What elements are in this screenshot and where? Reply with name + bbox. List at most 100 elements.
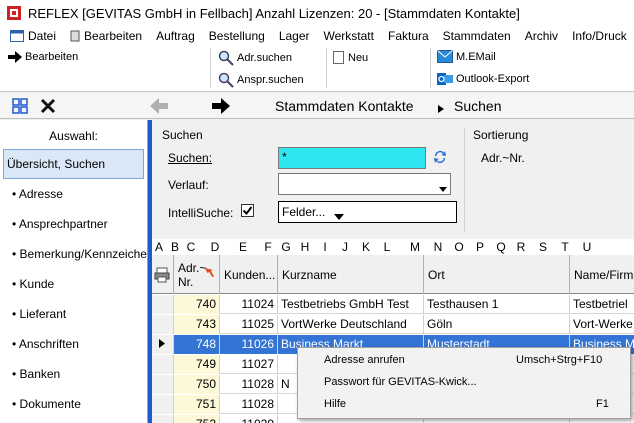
column-letter[interactable]: C <box>184 239 198 255</box>
sidebar-item-dokumente[interactable]: • Dokumente <box>0 389 147 419</box>
sidebar-item-bemerkung-kennzeichen[interactable]: • Bemerkung/Kennzeichen <box>0 239 147 269</box>
cell-name[interactable]: Testbetriel <box>570 295 634 314</box>
column-letter[interactable]: R <box>514 239 528 255</box>
breadcrumb-stammdaten-kontakte[interactable]: Stammdaten Kontakte <box>275 98 414 114</box>
cell-kunden[interactable]: 11026 <box>220 335 278 354</box>
row-indicator[interactable] <box>152 415 174 423</box>
grid-view-icon[interactable] <box>12 98 28 117</box>
row-indicator[interactable] <box>152 335 174 354</box>
column-letter[interactable]: H <box>298 239 312 255</box>
column-letter[interactable]: E <box>236 239 250 255</box>
row-indicator[interactable] <box>152 355 174 374</box>
column-letter[interactable]: J <box>338 239 352 255</box>
cell-adrnr[interactable]: 749 <box>174 355 220 374</box>
cell-adrnr[interactable]: 743 <box>174 315 220 334</box>
felder-button[interactable]: Felder... <box>278 201 457 223</box>
row-indicator[interactable] <box>152 295 174 314</box>
cell-kunden[interactable]: 11025 <box>220 315 278 334</box>
sidebar-item-kunde[interactable]: • Kunde <box>0 269 147 299</box>
anspr-suchen-button[interactable]: Anspr.suchen <box>218 72 304 88</box>
selection-sidebar: Auswahl: Übersicht, Suchen • Adresse • A… <box>0 120 148 423</box>
row-indicator[interactable] <box>152 375 174 394</box>
sidebar-item-lieferant[interactable]: • Lieferant <box>0 299 147 329</box>
title-bar: REFLEX [GEVITAS GmbH in Fellbach] Anzahl… <box>0 0 634 26</box>
context-item-passwort[interactable]: Passwort für GEVITAS-Kwick... <box>298 371 630 394</box>
breadcrumb-suchen[interactable]: Suchen <box>454 98 501 114</box>
row-indicator[interactable] <box>152 315 174 334</box>
cell-adrnr[interactable]: 740 <box>174 295 220 314</box>
column-header-kunden[interactable]: Kunden... <box>220 255 278 294</box>
column-letter[interactable]: Q <box>494 239 508 255</box>
context-item-adresse-anrufen[interactable]: Adresse anrufen Umsch+Strg+F10 <box>298 348 630 371</box>
menu-lager[interactable]: Lager <box>272 29 317 43</box>
column-letter[interactable]: F <box>261 239 275 255</box>
sidebar-item-ansprechpartner[interactable]: • Ansprechpartner <box>0 209 147 239</box>
column-letter[interactable]: D <box>208 239 222 255</box>
menu-werkstatt[interactable]: Werkstatt <box>317 29 381 43</box>
column-letter[interactable]: M <box>408 239 422 255</box>
cell-adrnr[interactable]: 750 <box>174 375 220 394</box>
column-header-name-firma[interactable]: Name/Firm <box>570 255 634 294</box>
sidebar-item-banken[interactable]: • Banken <box>0 359 147 389</box>
column-letter[interactable]: S <box>536 239 550 255</box>
column-letter[interactable]: T <box>558 239 572 255</box>
cell-kunden[interactable]: 11029 <box>220 415 278 423</box>
menu-bestellung[interactable]: Bestellung <box>202 29 272 43</box>
menu-auftrag[interactable]: Auftrag <box>149 29 202 43</box>
column-letter[interactable]: L <box>380 239 394 255</box>
column-header-adrnr[interactable]: Adr.~ Nr. <box>174 255 220 294</box>
intellisuche-checkbox[interactable] <box>241 204 254 220</box>
sidebar-item-uebersicht-suchen[interactable]: Übersicht, Suchen <box>3 149 144 179</box>
cell-adrnr[interactable]: 752 <box>174 415 220 423</box>
menu-faktura[interactable]: Faktura <box>381 29 436 43</box>
sidebar-item-adresse[interactable]: • Adresse <box>0 179 147 209</box>
cell-kunden[interactable]: 11024 <box>220 295 278 314</box>
row-indicator[interactable] <box>152 395 174 414</box>
column-header-kurzname[interactable]: Kurzname <box>278 255 424 294</box>
column-letter[interactable]: G <box>279 239 293 255</box>
menu-datei[interactable]: Datei <box>0 29 63 43</box>
cell-adrnr[interactable]: 751 <box>174 395 220 414</box>
table-row[interactable]: 740 11024 Testbetriebs GmbH Test Testhausen… <box>152 295 634 314</box>
cell-kurzname[interactable]: Testbetriebs GmbH Test <box>278 295 424 314</box>
column-letter[interactable]: O <box>452 239 466 255</box>
cell-kunden[interactable]: 11028 <box>220 395 278 414</box>
cell-adrnr[interactable]: 748 <box>174 335 220 354</box>
print-icon[interactable] <box>152 255 174 294</box>
forward-arrow-icon[interactable] <box>212 98 230 117</box>
column-letter[interactable]: I <box>318 239 332 255</box>
sort-section-title: Sortierung <box>473 128 529 142</box>
menu-bearbeiten[interactable]: Bearbeiten <box>63 29 149 43</box>
column-letter[interactable]: U <box>580 239 594 255</box>
cell-ort[interactable]: Göln <box>424 315 570 334</box>
menu-stammdaten[interactable]: Stammdaten <box>436 29 518 43</box>
sidebar-item-anschriften[interactable]: • Anschriften <box>0 329 147 359</box>
verlauf-select[interactable] <box>278 173 451 195</box>
bearbeiten-button[interactable]: Bearbeiten <box>8 51 78 63</box>
context-item-hilfe[interactable]: Hilfe F1 <box>298 394 630 417</box>
dropdown-arrow-icon <box>334 209 344 223</box>
outlook-export-button[interactable]: Outlook-Export <box>437 72 529 86</box>
cell-kunden[interactable]: 11028 <box>220 375 278 394</box>
menu-archiv[interactable]: Archiv <box>518 29 565 43</box>
column-letter[interactable]: P <box>473 239 487 255</box>
neu-button[interactable]: Neu <box>333 51 368 64</box>
column-header-ort[interactable]: Ort <box>424 255 570 294</box>
cell-name[interactable]: Vort-Werke <box>570 315 634 334</box>
cell-kurzname[interactable]: VortWerke Deutschland <box>278 315 424 334</box>
adr-suchen-button[interactable]: Adr.suchen <box>218 50 292 66</box>
menu-info-druck[interactable]: Info/Druck <box>565 29 634 43</box>
back-arrow-icon[interactable] <box>150 98 168 117</box>
column-letter[interactable]: A <box>152 239 166 255</box>
email-button[interactable]: M.EMail <box>437 50 496 63</box>
refresh-icon[interactable] <box>432 149 448 168</box>
cell-ort[interactable]: Testhausen 1 <box>424 295 570 314</box>
column-letter[interactable]: N <box>431 239 445 255</box>
close-icon[interactable] <box>40 98 56 117</box>
column-letter[interactable]: K <box>359 239 373 255</box>
table-row[interactable]: 743 11025 VortWerke Deutschland Göln Vort-We… <box>152 315 634 334</box>
search-input[interactable]: * <box>278 147 426 169</box>
breadcrumb-chevron-icon <box>438 102 444 116</box>
column-letter[interactable]: B <box>168 239 182 255</box>
cell-kunden[interactable]: 11027 <box>220 355 278 374</box>
